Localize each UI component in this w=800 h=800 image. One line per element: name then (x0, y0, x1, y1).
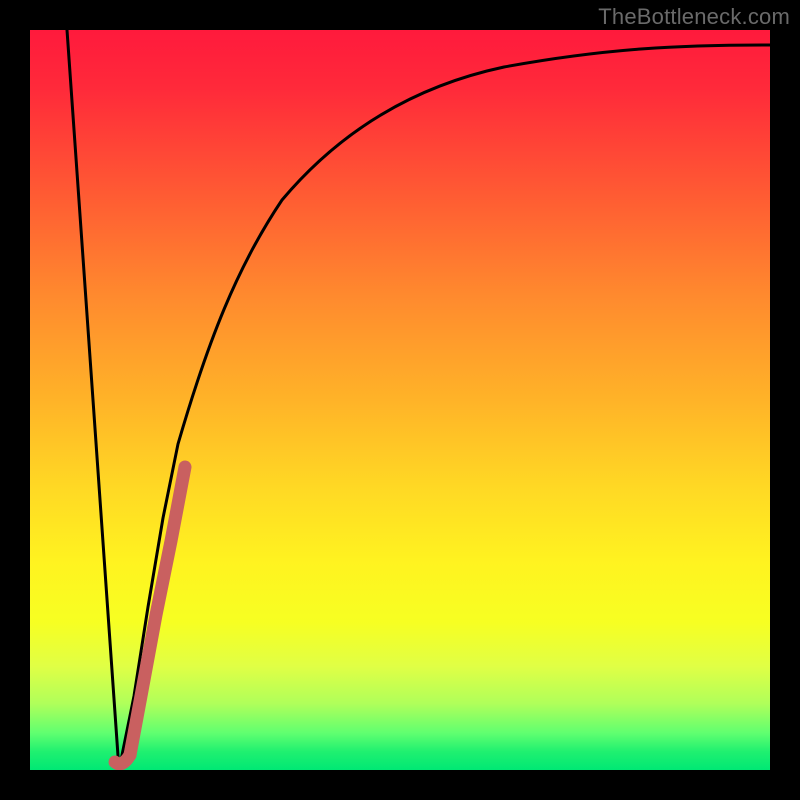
highlight-hook-icon (130, 467, 185, 755)
curve-layer (30, 30, 770, 770)
watermark-text: TheBottleneck.com (598, 4, 790, 30)
highlight-hook-foot-icon (115, 755, 130, 764)
curve-left-branch (67, 30, 119, 770)
chart-frame: TheBottleneck.com (0, 0, 800, 800)
plot-area (30, 30, 770, 770)
curve-right-branch (119, 45, 770, 770)
